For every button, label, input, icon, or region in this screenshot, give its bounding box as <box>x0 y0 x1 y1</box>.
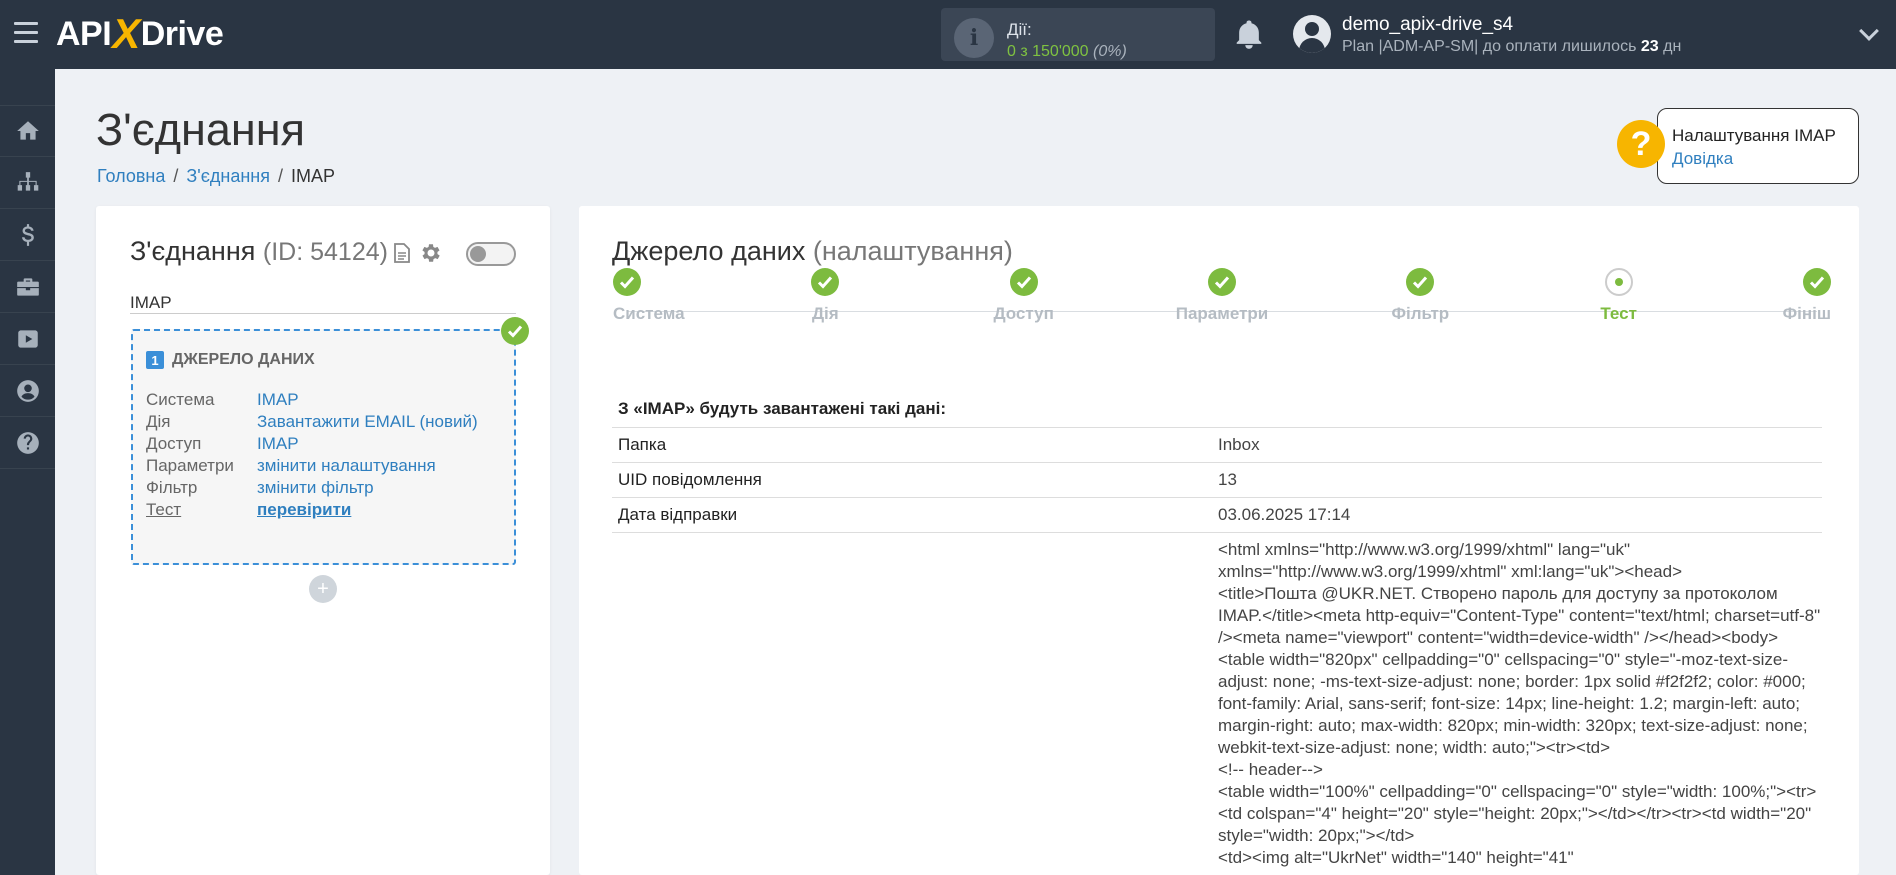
question-circle-icon <box>16 431 39 454</box>
actions-label: Дії: <box>1007 20 1032 39</box>
connection-panel: З'єднання (ID: 54124) IMAP 1 ДЖЕРЕЛО ДАНИ… <box>96 206 550 875</box>
sidebar-item-briefcase[interactable] <box>0 261 55 313</box>
logo-x-text: X <box>112 10 140 57</box>
table-row: Дата відправки 03.06.2025 17:14 <box>612 498 1822 533</box>
step-3[interactable]: Доступ <box>944 268 1104 324</box>
source-link-system[interactable]: IMAP <box>257 390 299 409</box>
sidebar-item-connections[interactable] <box>0 157 55 209</box>
check-icon <box>811 268 840 296</box>
data-source-block[interactable]: 1 ДЖЕРЕЛО ДАНИХ Система IMAP Дія Завантажит… <box>131 329 516 565</box>
sidebar-item-home[interactable] <box>0 105 55 157</box>
data-source-settings-panel: Джерело даних (налаштування) Система Дія Д… <box>579 206 1859 875</box>
home-icon <box>16 121 39 140</box>
check-icon <box>1406 268 1435 296</box>
breadcrumb-separator: / <box>277 166 283 186</box>
gear-icon[interactable] <box>418 241 442 265</box>
sidebar <box>0 69 55 875</box>
check-icon <box>501 317 529 345</box>
user-circle-icon <box>16 379 39 402</box>
check-icon <box>1208 268 1236 296</box>
settings-title: Джерело даних (налаштування) <box>612 236 1013 266</box>
step-label: Дія <box>811 304 839 323</box>
source-link-action[interactable]: Завантажити EMAIL (новий) <box>257 412 478 431</box>
source-row-access: Доступ IMAP <box>146 434 299 453</box>
menu-icon[interactable] <box>14 22 38 44</box>
actions-counter: i Дії: 0 з 150'000 (0%) <box>941 8 1215 61</box>
step-4[interactable]: Параметри <box>1142 268 1302 324</box>
step-label: Фільтр <box>1391 304 1450 323</box>
dollar-icon <box>21 223 34 246</box>
chevron-down-icon[interactable] <box>1859 21 1879 41</box>
user-name[interactable]: demo_apix-drive_s4 <box>1342 14 1513 36</box>
top-bar: API X Drive i Дії: 0 з 150'000 (0%) demo_a… <box>0 0 1896 69</box>
breadcrumb-home[interactable]: Головна <box>97 166 165 186</box>
source-row-test: Тест перевірити <box>146 500 352 519</box>
check-icon <box>1803 268 1831 296</box>
breadcrumb-separator: / <box>173 166 179 186</box>
question-icon[interactable]: ? <box>1617 120 1665 168</box>
step-5[interactable]: Фільтр <box>1340 268 1500 324</box>
connection-toggle[interactable] <box>466 242 516 266</box>
source-link-filter[interactable]: змінити фільтр <box>257 478 374 497</box>
document-icon[interactable] <box>394 243 410 263</box>
breadcrumb: Головна / З'єднання / IMAP <box>97 166 335 187</box>
step-7[interactable]: Фініш <box>1671 268 1831 324</box>
source-row-system: Система IMAP <box>146 390 299 409</box>
sidebar-item-billing[interactable] <box>0 209 55 261</box>
sitemap-icon <box>17 171 38 191</box>
logo-api-text: API <box>56 14 112 53</box>
help-link[interactable]: Довідка <box>1672 149 1858 169</box>
actions-value: 0 з 150'000 (0%) <box>1007 43 1127 60</box>
source-link-params[interactable]: змінити налаштування <box>257 456 436 475</box>
check-icon <box>613 268 641 296</box>
step-2[interactable]: Дія <box>745 268 905 324</box>
sidebar-item-video[interactable] <box>0 313 55 365</box>
source-row-filter: Фільтр змінити фільтр <box>146 478 374 497</box>
source-row-action: Дія Завантажити EMAIL (новий) <box>146 412 478 431</box>
youtube-icon <box>17 329 38 348</box>
data-source-header: 1 ДЖЕРЕЛО ДАНИХ <box>146 351 315 369</box>
bell-icon[interactable] <box>1234 18 1264 50</box>
page-title: З'єднання <box>96 104 305 155</box>
step-label: Доступ <box>993 304 1054 323</box>
step-label: Параметри <box>1175 304 1269 323</box>
step-label: Фініш <box>1782 304 1831 323</box>
connection-title: З'єднання (ID: 54124) <box>130 236 388 266</box>
connection-name[interactable]: IMAP <box>130 286 516 314</box>
user-avatar-icon[interactable] <box>1293 15 1331 53</box>
table-row: Папка Inbox <box>612 428 1822 463</box>
sidebar-item-profile[interactable] <box>0 365 55 417</box>
source-link-test[interactable]: перевірити <box>257 500 351 519</box>
briefcase-icon <box>16 277 39 296</box>
help-title: Налаштування IMAP <box>1672 126 1836 145</box>
sidebar-item-help[interactable] <box>0 417 55 469</box>
help-box: Налаштування IMAP Довідка <box>1657 108 1859 184</box>
data-preview-table: Папка Inbox UID повідомлення 13 Дата відпр… <box>612 427 1822 875</box>
table-row: <html xmlns="http://www.w3.org/1999/xhtm… <box>612 533 1822 875</box>
current-step-icon <box>1604 268 1633 296</box>
check-icon <box>1009 268 1038 296</box>
source-link-access[interactable]: IMAP <box>257 434 299 453</box>
step-number-badge: 1 <box>146 351 164 369</box>
breadcrumb-current: IMAP <box>291 166 336 186</box>
table-row: UID повідомлення 13 <box>612 463 1822 498</box>
logo-drive-text: Drive <box>140 14 224 53</box>
apix-drive-logo[interactable]: API X Drive <box>56 10 224 57</box>
data-preview-title: З «IMAP» будуть завантажені такі дані: <box>618 399 947 418</box>
add-block-button[interactable]: + <box>309 575 337 603</box>
info-icon: i <box>954 18 994 58</box>
breadcrumb-connections[interactable]: З'єднання <box>186 166 270 186</box>
source-row-params: Параметри змінити налаштування <box>146 456 436 475</box>
user-plan: Plan |ADM-AP-SM| до оплати лишилось 23 д… <box>1342 38 1682 55</box>
